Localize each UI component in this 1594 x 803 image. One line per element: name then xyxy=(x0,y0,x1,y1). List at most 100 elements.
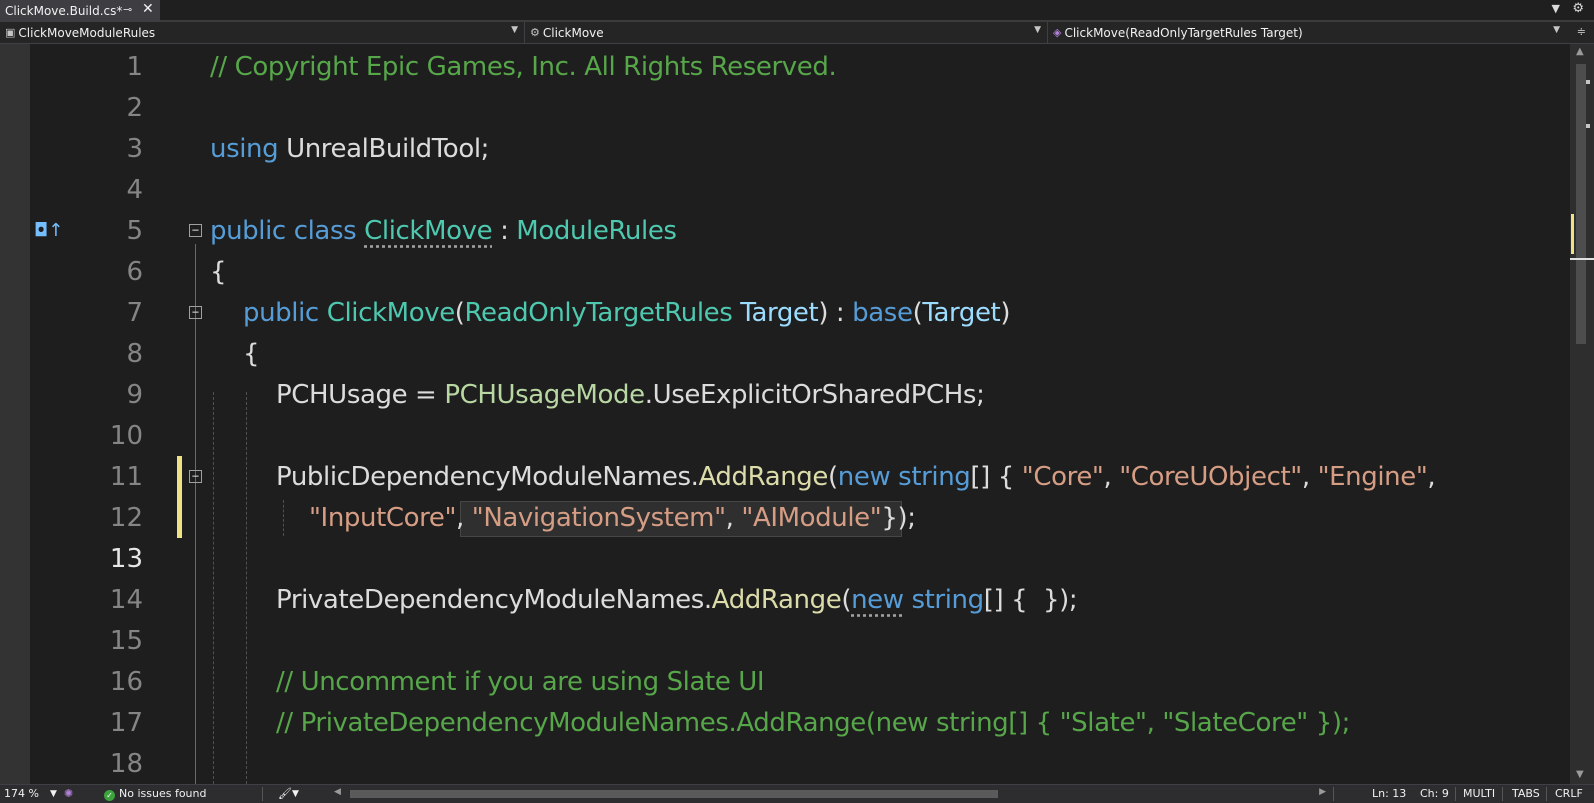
line-indicator[interactable]: Ln: 13 xyxy=(1372,787,1406,800)
line-number: 12 xyxy=(109,503,143,533)
chevron-down-icon: ▼ xyxy=(1034,25,1041,35)
collapse-icon[interactable]: − xyxy=(189,306,202,319)
tab-overflow-chevron-icon[interactable]: ▼ xyxy=(1552,2,1560,15)
code-line: 12 "InputCore", "NavigationSystem", "AIM… xyxy=(0,497,1570,539)
scroll-right-arrow-icon[interactable]: ▶ xyxy=(1319,787,1326,797)
close-icon[interactable]: ✕ xyxy=(142,1,154,17)
vertical-scrollbar[interactable]: ▲ ▼ xyxy=(1570,44,1594,784)
selection-mode[interactable]: MULTI xyxy=(1463,787,1495,800)
scrollbar-thumb[interactable] xyxy=(1576,64,1586,344)
line-number: 1 xyxy=(126,52,143,82)
method-cube-icon: ◈ xyxy=(1053,26,1062,39)
code-line: 4 xyxy=(0,169,1570,211)
code-editor[interactable]: 1 // Copyright Epic Games, Inc. All Righ… xyxy=(0,44,1570,784)
code-line: 17 // PrivateDependencyModuleNames.AddRa… xyxy=(0,702,1570,744)
char-indicator[interactable]: Ch: 9 xyxy=(1420,787,1449,800)
code-line: 2 xyxy=(0,87,1570,129)
issues-label: No issues found xyxy=(119,787,207,800)
collapse-icon[interactable]: − xyxy=(189,470,202,483)
line-number: 14 xyxy=(109,585,143,615)
zoom-level[interactable]: 174 % xyxy=(4,787,39,800)
line-number: 7 xyxy=(126,298,143,328)
line-number: 2 xyxy=(126,93,143,123)
line-number: 16 xyxy=(109,667,143,697)
code-line: 15 xyxy=(0,620,1570,662)
code-text: PublicDependencyModuleNames.AddRange(new… xyxy=(276,462,1436,492)
horizontal-scrollbar[interactable]: ◀ ▶ xyxy=(334,787,1326,799)
code-line: 8 { xyxy=(0,333,1570,375)
chevron-down-icon: ▼ xyxy=(511,25,518,35)
copilot-icon[interactable]: ✺ xyxy=(64,787,73,800)
line-number: 17 xyxy=(109,708,143,738)
code-line: 6 { xyxy=(0,251,1570,293)
line-number: 15 xyxy=(109,626,143,656)
document-tab-bar: ClickMove.Build.cs* ⊸ ✕ ▼ ⚙ xyxy=(0,0,1594,22)
line-number: 5 xyxy=(126,216,143,246)
code-cleanup-brush-icon[interactable]: 🖌 xyxy=(278,787,292,800)
marker-dot xyxy=(1586,80,1590,84)
chevron-down-icon[interactable]: ▼ xyxy=(50,789,57,799)
separator xyxy=(262,787,263,801)
code-text: public ClickMove(ReadOnlyTargetRules Tar… xyxy=(243,298,1011,328)
code-line: 7 − public ClickMove(ReadOnlyTargetRules… xyxy=(0,292,1570,334)
comment-text: // Uncomment if you are using Slate UI xyxy=(276,667,765,697)
chevron-down-icon: ▼ xyxy=(1553,25,1560,35)
chevron-down-icon[interactable]: ▼ xyxy=(292,789,299,799)
collapse-icon[interactable]: − xyxy=(189,224,202,237)
code-text: using UnrealBuildTool; xyxy=(210,134,490,164)
project-dropdown[interactable]: ▣ ClickMoveModuleRules ▼ xyxy=(0,22,525,43)
code-line: 16 // Uncomment if you are using Slate U… xyxy=(0,661,1570,703)
settings-gear-icon[interactable]: ⚙ xyxy=(1572,1,1584,16)
change-marker xyxy=(1571,214,1574,254)
line-number: 13 xyxy=(109,544,143,574)
scroll-up-arrow-icon[interactable]: ▲ xyxy=(1576,46,1584,57)
comment-text: // Copyright Epic Games, Inc. All Rights… xyxy=(210,52,837,82)
separator xyxy=(1455,787,1456,801)
line-number: 18 xyxy=(109,749,143,779)
code-text: "InputCore", "NavigationSystem", "AIModu… xyxy=(309,503,916,533)
code-line: 3 using UnrealBuildTool; xyxy=(0,128,1570,170)
class-dropdown[interactable]: ⚙ ClickMove ▼ xyxy=(525,22,1048,43)
class-icon: ⚙ xyxy=(530,26,540,39)
pin-icon[interactable]: ⊸ xyxy=(123,3,132,16)
line-number: 4 xyxy=(126,175,143,205)
separator xyxy=(1546,787,1547,801)
line-number: 9 xyxy=(126,380,143,410)
line-number: 10 xyxy=(109,421,143,451)
code-line: ◘↑ 5 − public class ClickMove : ModuleRu… xyxy=(0,210,1570,252)
csharp-project-icon: ▣ xyxy=(5,26,16,39)
caret-position-marker xyxy=(1570,258,1594,260)
line-number: 11 xyxy=(109,462,143,492)
line-number: 8 xyxy=(126,339,143,369)
line-ending[interactable]: CRLF xyxy=(1555,787,1583,800)
split-window-icon[interactable]: ≑ xyxy=(1577,25,1586,38)
scrollbar-thumb[interactable] xyxy=(350,790,998,798)
code-line: 9 PCHUsage = PCHUsageMode.UseExplicitOrS… xyxy=(0,374,1570,416)
code-text: public class ClickMove : ModuleRules xyxy=(210,216,677,246)
code-text: { xyxy=(243,339,260,369)
class-dropdown-label: ClickMove xyxy=(542,25,604,40)
tab-title: ClickMove.Build.cs* xyxy=(5,4,123,18)
indent-mode[interactable]: TABS xyxy=(1512,787,1540,800)
project-dropdown-label: ClickMoveModuleRules xyxy=(18,25,156,40)
editor-status-bar: 174 % ▼ ✺ ✓ No issues found 🖌 ▼ ◀ ▶ Ln: 1… xyxy=(0,784,1594,803)
line-number: 6 xyxy=(126,257,143,287)
line-number: 3 xyxy=(126,134,143,164)
code-line: 11 − PublicDependencyModuleNames.AddRang… xyxy=(0,456,1570,498)
code-text: PCHUsage = PCHUsageMode.UseExplicitOrSha… xyxy=(276,380,985,410)
code-line-current: 13 xyxy=(0,538,1570,580)
override-indicator-icon[interactable]: ◘↑ xyxy=(34,220,63,241)
comment-text: // PrivateDependencyModuleNames.AddRange… xyxy=(276,708,1350,738)
document-tab[interactable]: ClickMove.Build.cs* ⊸ ✕ xyxy=(0,0,160,22)
issues-indicator[interactable]: ✓ No issues found xyxy=(104,787,206,801)
code-line: 14 PrivateDependencyModuleNames.AddRange… xyxy=(0,579,1570,621)
marker-dot xyxy=(1586,124,1590,128)
member-dropdown[interactable]: ◈ ClickMove(ReadOnlyTargetRules Target) … xyxy=(1048,22,1566,43)
scroll-down-arrow-icon[interactable]: ▼ xyxy=(1576,769,1584,780)
check-circle-icon: ✓ xyxy=(104,790,115,801)
navigation-bar: ▣ ClickMoveModuleRules ▼ ⚙ ClickMove ▼ ◈… xyxy=(0,22,1594,44)
code-line: 10 xyxy=(0,415,1570,457)
member-dropdown-label: ClickMove(ReadOnlyTargetRules Target) xyxy=(1064,25,1303,40)
code-line: 1 // Copyright Epic Games, Inc. All Righ… xyxy=(0,46,1570,88)
scroll-left-arrow-icon[interactable]: ◀ xyxy=(334,787,341,797)
